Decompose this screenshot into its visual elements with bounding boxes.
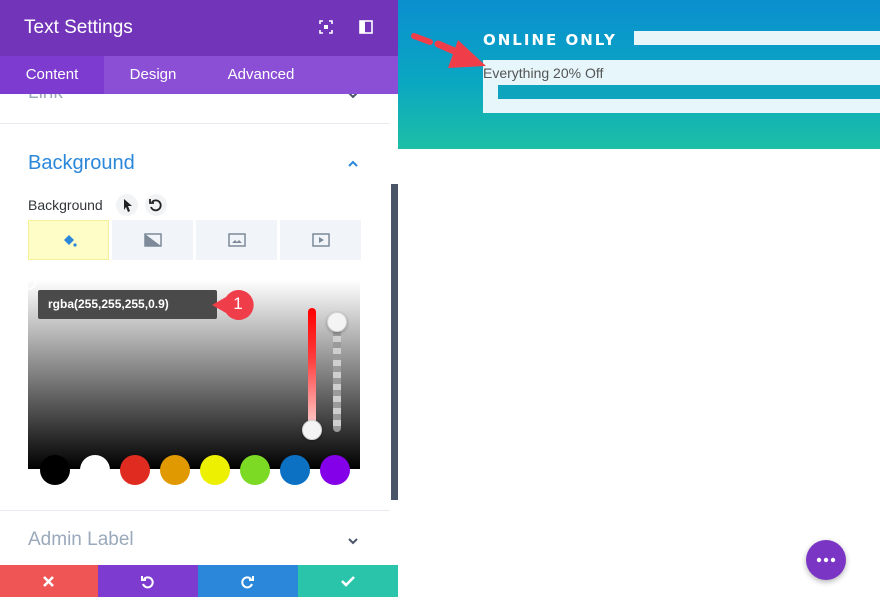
panel-title: Text Settings [24, 17, 133, 38]
bg-tab-video[interactable] [280, 220, 361, 260]
panel-tabs: Content Design Advanced [0, 56, 398, 94]
undo-icon [141, 576, 154, 589]
background-type-tabs [28, 220, 361, 260]
section-background-title[interactable]: Background [28, 152, 135, 175]
annotation-arrow-icon [411, 33, 486, 68]
swatch-red[interactable] [120, 455, 150, 485]
cursor-icon[interactable] [116, 194, 138, 216]
panel-header: Text Settings [0, 0, 398, 56]
sidebar-icon[interactable] [358, 19, 374, 35]
opacity-slider-handle[interactable] [327, 312, 347, 332]
swatch-purple[interactable] [320, 455, 350, 485]
preview-heading[interactable]: ONLINE ONLY [483, 31, 617, 49]
bg-tab-image[interactable] [196, 220, 277, 260]
reset-icon[interactable] [145, 194, 167, 216]
close-icon [43, 576, 54, 587]
preview-heading-bar [634, 31, 880, 45]
section-admin-label-title: Admin Label [28, 529, 134, 550]
swatch-orange[interactable] [160, 455, 190, 485]
panel-footer [0, 565, 398, 597]
swatch-green[interactable] [240, 455, 270, 485]
swatch-yellow[interactable] [200, 455, 230, 485]
preview-text-module[interactable]: Everything 20% Off [483, 60, 880, 113]
redo-icon [241, 576, 254, 589]
color-picker-handle[interactable] [19, 272, 37, 290]
more-options-button[interactable] [806, 540, 846, 580]
chevron-up-icon[interactable] [346, 157, 360, 171]
chevron-down-icon[interactable] [346, 534, 360, 548]
chevron-down-icon[interactable] [346, 94, 360, 102]
save-button[interactable] [298, 565, 398, 597]
bg-tab-color[interactable] [28, 220, 109, 260]
background-label: Background [28, 197, 103, 213]
video-icon [312, 233, 330, 247]
settings-panel: Text Settings Content Design Advanced Li… [0, 0, 398, 597]
hue-slider[interactable] [308, 308, 316, 430]
color-value-field[interactable]: rgba(255,255,255,0.9) [38, 290, 217, 319]
gradient-icon [144, 233, 162, 247]
panel-scroll-area[interactable]: Link Background Background [0, 94, 398, 565]
section-link[interactable]: Link [0, 94, 390, 124]
swatch-white[interactable] [80, 455, 110, 485]
section-link-title: Link [28, 94, 63, 104]
preview-text-bar [498, 85, 880, 99]
annotation-number: 1 [233, 294, 243, 313]
tab-content[interactable]: Content [0, 56, 104, 94]
swatch-blue[interactable] [280, 455, 310, 485]
dots-icon [816, 557, 836, 563]
hue-slider-handle[interactable] [302, 420, 322, 440]
preview-text: Everything 20% Off [483, 65, 604, 81]
swatch-black[interactable] [40, 455, 70, 485]
discard-button[interactable] [0, 565, 98, 597]
expand-icon[interactable] [318, 19, 334, 35]
undo-button[interactable] [98, 565, 198, 597]
paint-bucket-icon [64, 235, 77, 247]
check-icon [341, 576, 355, 587]
redo-button[interactable] [198, 565, 298, 597]
panel-scrollbar[interactable] [391, 184, 398, 500]
tab-advanced[interactable]: Advanced [208, 56, 314, 94]
image-icon [228, 233, 246, 247]
bg-tab-gradient[interactable] [112, 220, 193, 260]
tab-design[interactable]: Design [110, 56, 196, 94]
